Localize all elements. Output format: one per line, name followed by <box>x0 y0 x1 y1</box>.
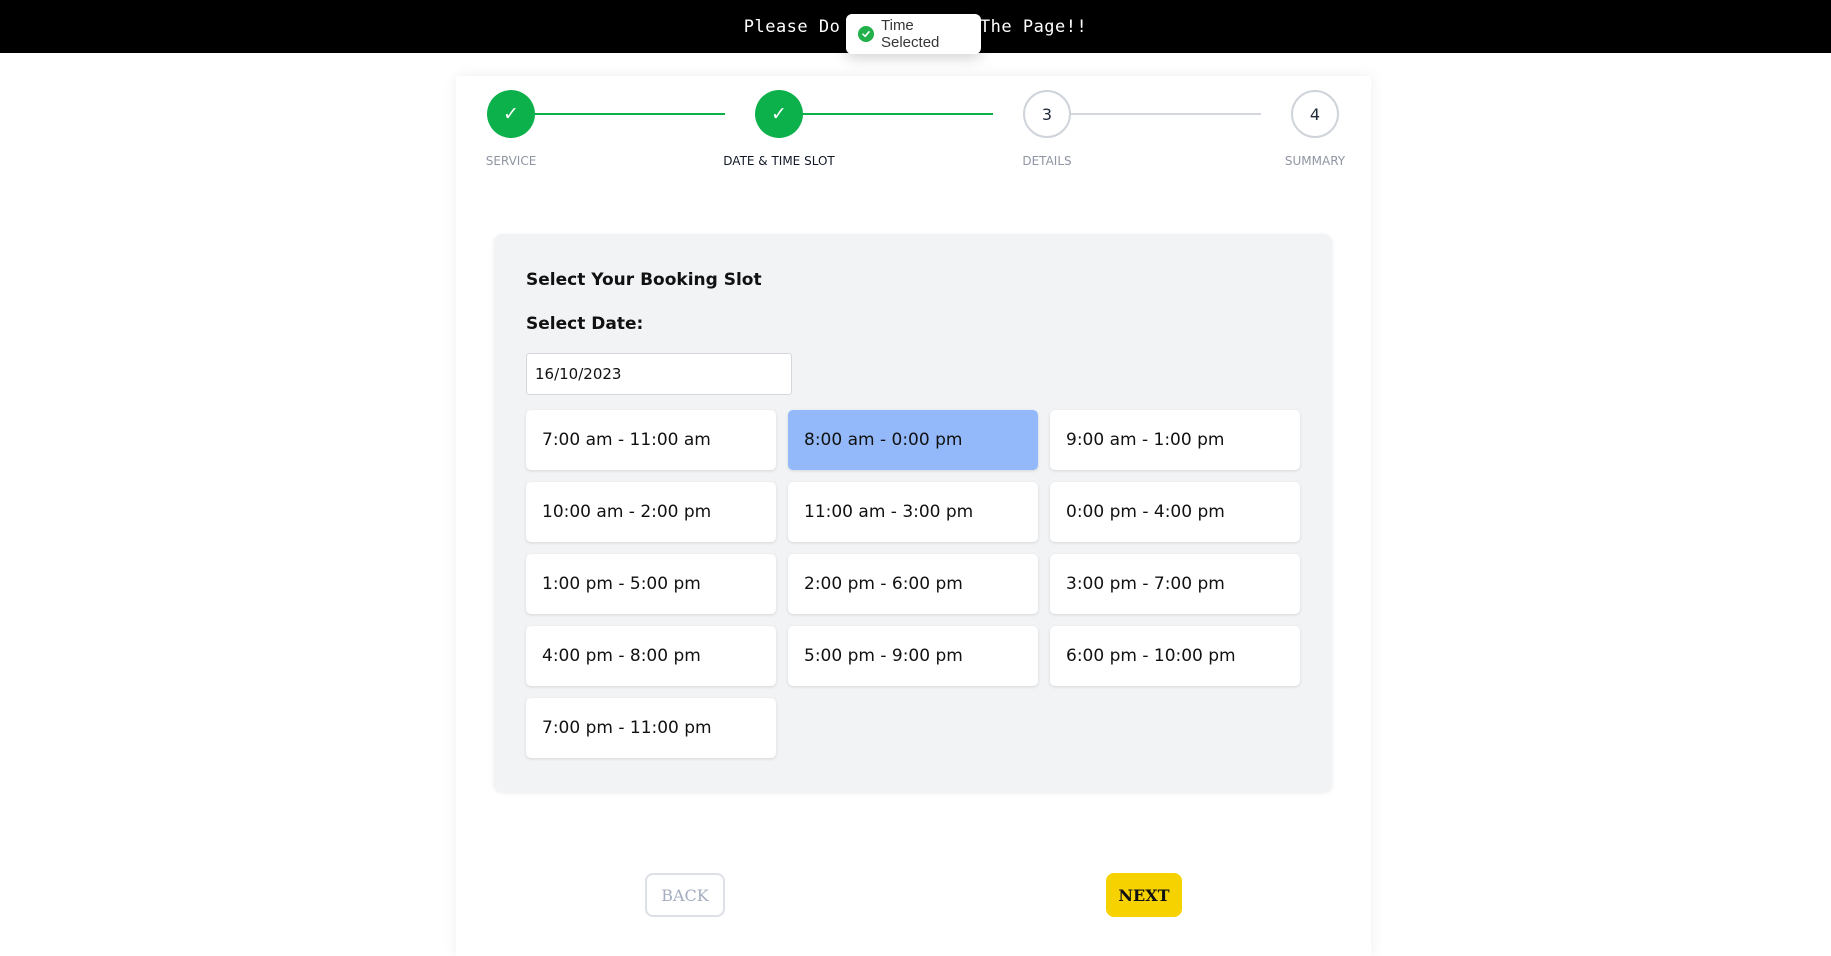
step-label-date-time: DATE & TIME SLOT <box>723 154 835 168</box>
step-label-service: SERVICE <box>485 154 537 168</box>
step-label-details: DETAILS <box>1022 154 1072 168</box>
time-slot[interactable]: 10:00 am - 2:00 pm <box>526 482 776 542</box>
time-slot[interactable]: 7:00 pm - 11:00 pm <box>526 698 776 758</box>
time-slot[interactable]: 4:00 pm - 8:00 pm <box>526 626 776 686</box>
time-slot-selected[interactable]: 8:00 am - 0:00 pm <box>788 410 1038 470</box>
toast-text: Time Selected <box>881 17 940 51</box>
time-slot[interactable]: 0:00 pm - 4:00 pm <box>1050 482 1300 542</box>
time-slot-grid: 7:00 am - 11:00 am 8:00 am - 0:00 pm 9:0… <box>526 410 1300 758</box>
time-slot[interactable]: 2:00 pm - 6:00 pm <box>788 554 1038 614</box>
time-slot[interactable]: 5:00 pm - 9:00 pm <box>788 626 1038 686</box>
step-service-check-icon: ✓ <box>487 90 535 138</box>
step-details-number: 3 <box>1023 90 1071 138</box>
time-slot[interactable]: 1:00 pm - 5:00 pm <box>526 554 776 614</box>
back-button[interactable]: BACK <box>645 873 725 917</box>
time-slot[interactable]: 11:00 am - 3:00 pm <box>788 482 1038 542</box>
time-selected-toast: Time Selected <box>846 14 981 54</box>
time-slot[interactable]: 3:00 pm - 7:00 pm <box>1050 554 1300 614</box>
check-circle-icon <box>858 26 874 42</box>
time-slot[interactable]: 7:00 am - 11:00 am <box>526 410 776 470</box>
step-summary-number: 4 <box>1291 90 1339 138</box>
time-slot[interactable]: 6:00 pm - 10:00 pm <box>1050 626 1300 686</box>
date-input[interactable] <box>526 353 792 395</box>
step-connector-1 <box>511 113 725 115</box>
booking-slot-panel: Select Your Booking Slot Select Date: 7:… <box>494 234 1332 792</box>
select-date-label: Select Date: <box>526 314 644 334</box>
step-connector-2 <box>779 113 993 115</box>
booking-slot-title: Select Your Booking Slot <box>526 270 762 290</box>
step-label-summary: SUMMARY <box>1284 154 1346 168</box>
step-datetime-check-icon: ✓ <box>755 90 803 138</box>
next-button[interactable]: NEXT <box>1106 873 1182 917</box>
booking-card: ✓ ✓ 3 4 SERVICE DATE & TIME SLOT DETAILS… <box>456 76 1371 956</box>
step-connector-3 <box>1047 113 1261 115</box>
progress-stepper: ✓ ✓ 3 4 SERVICE DATE & TIME SLOT DETAILS… <box>456 76 1371 186</box>
time-slot[interactable]: 9:00 am - 1:00 pm <box>1050 410 1300 470</box>
